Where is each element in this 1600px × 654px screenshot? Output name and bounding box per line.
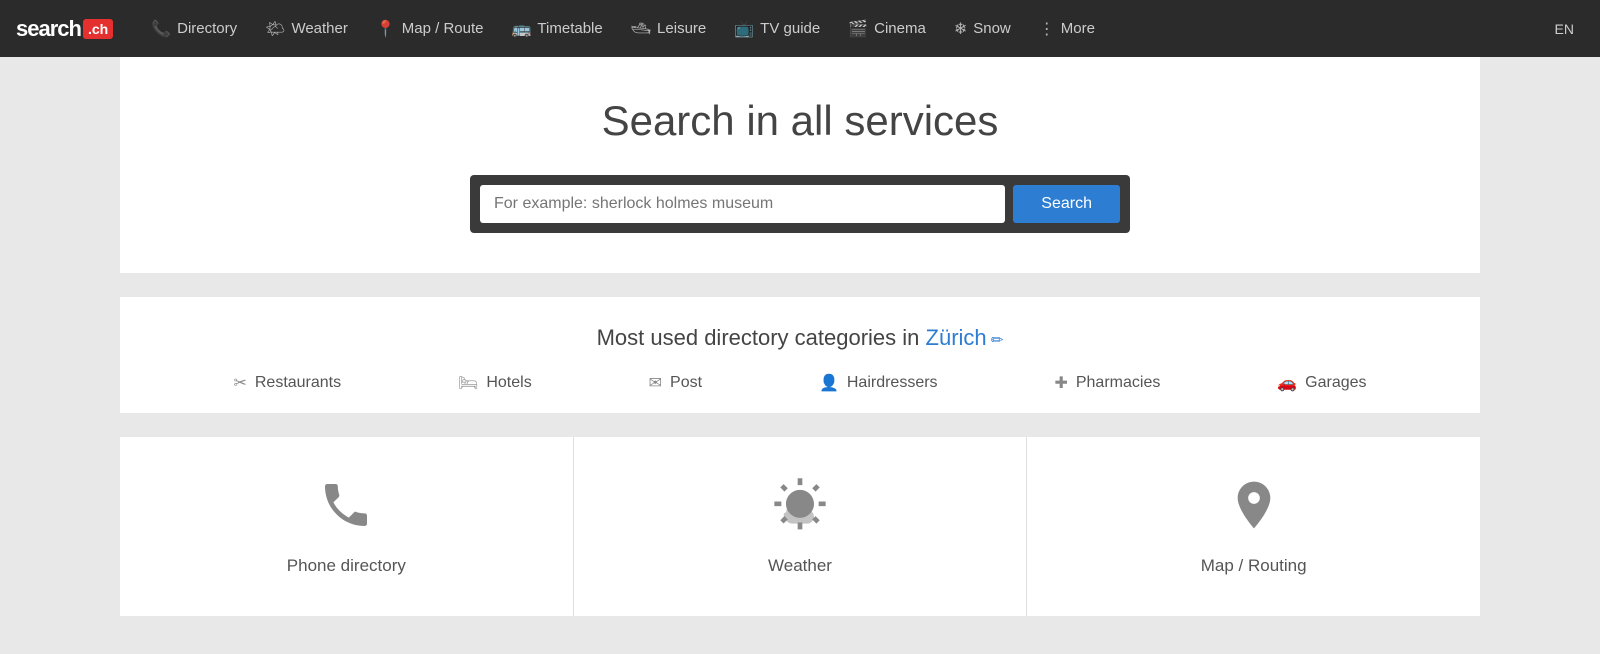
more-dots-icon: ⋮ (1039, 19, 1055, 39)
hotels-icon: 🛏 (458, 373, 478, 393)
nav-label-map-route: Map / Route (402, 20, 484, 37)
tv-icon: 📺 (734, 19, 754, 39)
edit-icon: ✏ (987, 332, 1004, 349)
nav-item-weather[interactable]: 🌤 Weather (251, 0, 362, 57)
category-item-post[interactable]: ✉ Post (649, 373, 702, 393)
section-gap (120, 273, 1480, 285)
snow-icon: ❄ (954, 19, 967, 39)
nav-item-tv-guide[interactable]: 📺 TV guide (720, 0, 834, 57)
service-card-phone-directory[interactable]: Phone directory (120, 437, 574, 616)
category-label-hairdressers: Hairdressers (847, 374, 938, 392)
search-title: Search in all services (140, 97, 1460, 145)
nav-label-more: More (1061, 20, 1095, 37)
nav-items: 📞 Directory 🌤 Weather 📍 Map / Route 🚌 Ti… (137, 0, 1544, 57)
nav-label-timetable: Timetable (537, 20, 602, 37)
category-item-pharmacies[interactable]: ✚ Pharmacies (1054, 373, 1160, 393)
search-button[interactable]: Search (1013, 185, 1120, 223)
directory-heading-prefix: Most used directory categories in (597, 325, 926, 350)
category-item-restaurants[interactable]: ✂ Restaurants (233, 373, 341, 393)
search-wrapper: Search (470, 175, 1130, 233)
leisure-icon: 🛥 (631, 19, 651, 39)
weather-service-icon (772, 477, 828, 542)
language-selector[interactable]: EN (1545, 21, 1584, 37)
category-label-hotels: Hotels (486, 374, 531, 392)
directory-section: Most used directory categories in Zürich… (120, 297, 1480, 413)
category-label-restaurants: Restaurants (255, 374, 341, 392)
directory-title: Most used directory categories in Zürich… (160, 325, 1440, 351)
section-gap-2 (120, 413, 1480, 425)
category-label-garages: Garages (1305, 374, 1366, 392)
service-card-label-phone: Phone directory (287, 556, 406, 576)
pharmacies-icon: ✚ (1054, 373, 1067, 393)
nav-item-snow[interactable]: ❄ Snow (940, 0, 1025, 57)
category-label-pharmacies: Pharmacies (1076, 374, 1160, 392)
main-content: Search in all services Search Most used … (120, 57, 1480, 616)
logo-box: .ch (83, 19, 113, 39)
nav-label-leisure: Leisure (657, 20, 706, 37)
map-service-icon (1226, 477, 1282, 542)
category-item-garages[interactable]: 🚗 Garages (1277, 373, 1366, 393)
nav-label-snow: Snow (973, 20, 1011, 37)
cinema-icon: 🎬 (848, 19, 868, 39)
service-card-label-weather: Weather (768, 556, 832, 576)
phone-icon: 📞 (151, 19, 171, 39)
service-cards: Phone directory Weather Map / Routing (120, 437, 1480, 616)
nav-label-cinema: Cinema (874, 20, 926, 37)
nav-item-more[interactable]: ⋮ More (1025, 0, 1109, 57)
nav-item-directory[interactable]: 📞 Directory (137, 0, 251, 57)
restaurants-icon: ✂ (233, 373, 246, 393)
category-label-post: Post (670, 374, 702, 392)
service-card-label-map: Map / Routing (1201, 556, 1307, 576)
logo[interactable]: search .ch (16, 16, 113, 42)
nav-label-tv-guide: TV guide (760, 20, 820, 37)
nav-item-leisure[interactable]: 🛥 Leisure (617, 0, 721, 57)
service-card-map-routing[interactable]: Map / Routing (1027, 437, 1480, 616)
city-link[interactable]: Zürich ✏ (926, 325, 1004, 350)
category-item-hairdressers[interactable]: 👤 Hairdressers (819, 373, 938, 393)
category-list: ✂ Restaurants 🛏 Hotels ✉ Post 👤 Hairdres… (160, 373, 1440, 393)
search-section: Search in all services Search (120, 57, 1480, 273)
hairdressers-icon: 👤 (819, 373, 839, 393)
category-item-hotels[interactable]: 🛏 Hotels (458, 373, 532, 393)
garages-icon: 🚗 (1277, 373, 1297, 393)
service-card-weather[interactable]: Weather (574, 437, 1028, 616)
phone-directory-icon (318, 477, 374, 542)
main-nav: search .ch 📞 Directory 🌤 Weather 📍 Map /… (0, 0, 1600, 57)
logo-text: search (16, 16, 81, 42)
map-icon: 📍 (376, 19, 396, 39)
city-name: Zürich (926, 325, 987, 350)
search-bar: Search (140, 175, 1460, 233)
weather-icon: 🌤 (265, 19, 285, 39)
nav-item-cinema[interactable]: 🎬 Cinema (834, 0, 940, 57)
search-input[interactable] (480, 185, 1005, 223)
nav-label-directory: Directory (177, 20, 237, 37)
nav-item-timetable[interactable]: 🚌 Timetable (498, 0, 617, 57)
timetable-icon: 🚌 (512, 19, 532, 39)
post-icon: ✉ (649, 373, 662, 393)
nav-label-weather: Weather (291, 20, 347, 37)
nav-item-map-route[interactable]: 📍 Map / Route (362, 0, 498, 57)
